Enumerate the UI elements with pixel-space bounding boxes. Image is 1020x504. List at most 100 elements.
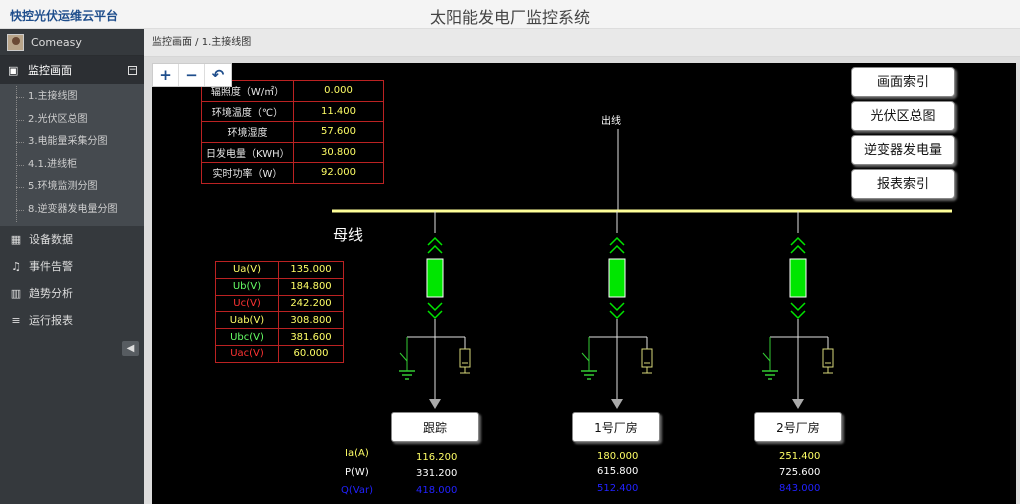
submenu-item-env-monitor[interactable]: 5.环境监测分图 [0, 176, 144, 199]
user-name: Comeasy [31, 35, 82, 49]
submenu-item-incoming-cabinet[interactable]: 4.1.进线柜 [0, 153, 144, 177]
voltage-value: 135.000 [278, 261, 344, 279]
zoom-in-button[interactable]: + [153, 64, 179, 86]
table-row: Uab(V) 308.800 [215, 311, 344, 330]
submenu: 1.主接线图 2.光伏区总图 3.电能量采集分图 4.1.进线柜 5.环境监测分… [0, 84, 144, 226]
voltage-value: 308.800 [278, 311, 344, 330]
feeder-3-arrow-icon [792, 399, 804, 409]
feeder-tracking-ia: 116.200 [416, 452, 458, 463]
env-label: 环境温度（℃） [201, 100, 294, 122]
feeder-plant-1-q: 512.400 [597, 483, 639, 494]
voltage-value: 184.800 [278, 277, 344, 296]
plus-icon: + [159, 66, 172, 84]
table-row: 日发电量（KWH） 30.800 [201, 141, 384, 163]
sidebar: Comeasy ▣ 监控画面 − 1.主接线图 2.光伏区总图 3.电能量采集分… [0, 29, 144, 504]
table-row: Uc(V) 242.200 [215, 294, 344, 313]
table-row: 实时功率（W） 92.000 [201, 162, 384, 184]
feeder-2-arrow-icon [611, 399, 623, 409]
feeder-3-lower-chevron-icon [790, 302, 806, 312]
diagram-canvas[interactable]: + − ↶ 辐照度（W/㎡） 0.000 环境温度（℃） 11.400 环境湿度 57… [152, 63, 1016, 504]
sidebar-item-label: 监控画面 [28, 64, 72, 77]
voltage-value: 242.200 [278, 294, 344, 313]
table-row: Ubc(V) 381.600 [215, 328, 344, 346]
feeder-2-upper-chevron-icon [609, 236, 625, 246]
bus-label: 母线 [333, 226, 364, 244]
zoom-out-button[interactable]: − [179, 64, 205, 86]
sidebar-item-label: 运行报表 [29, 314, 73, 328]
table-row: 环境温度（℃） 11.400 [201, 100, 384, 122]
submenu-item-pv-area[interactable]: 2.光伏区总图 [0, 108, 144, 132]
arrow-left-icon: ◀ [126, 343, 135, 354]
sidebar-item-label: 事件告警 [29, 260, 73, 274]
app-title: 太阳能发电厂监控系统 [429, 8, 590, 27]
sidebar-item-label: 趋势分析 [29, 287, 73, 301]
feeder-plant-2-q: 843.000 [779, 483, 821, 494]
feeder-plant-2-ia: 251.400 [779, 451, 821, 462]
env-label: 环境湿度 [201, 121, 294, 143]
sidebar-item-run-report[interactable]: ≡ 运行报表 [0, 307, 144, 334]
feeder-1-lower-chevron-icon [427, 302, 443, 312]
env-value: 11.400 [293, 100, 384, 122]
sidebar-item-event-alarm[interactable]: ♫ 事件告警 [0, 253, 144, 280]
bar-chart-icon: ▥ [10, 286, 22, 300]
feeder-3-lower-chevron-icon [790, 310, 806, 320]
feeder-2-pt-icon [641, 348, 653, 368]
env-value: 30.800 [293, 141, 384, 163]
voltage-table: Ua(V) 135.000 Ub(V) 184.800 Uc(V) 242.200 U… [215, 261, 344, 363]
feeder-1-upper-chevron-icon [427, 236, 443, 246]
feeder-plant-1-button[interactable]: 1号厂房 [572, 412, 660, 442]
submenu-item-inverter-energy[interactable]: 8.逆变器发电量分图 [0, 198, 144, 222]
feeder-3-pt-icon [822, 348, 834, 368]
env-label: 日发电量（KWH） [201, 141, 294, 163]
table-row: 环境湿度 57.600 [201, 121, 384, 143]
feeder-2-upper-chevron-icon [609, 244, 625, 254]
feeder-3-breaker [789, 258, 807, 298]
sidebar-item-label: 设备数据 [29, 233, 73, 247]
feeder-1-lower-chevron-icon [427, 310, 443, 320]
feeder-3-upper-chevron-icon [790, 244, 806, 254]
voltage-label: Uab(V) [215, 311, 279, 330]
feeder-3-upper-chevron-icon [790, 236, 806, 246]
report-index-button[interactable]: 报表索引 [851, 169, 955, 199]
env-label: 实时功率（W） [201, 162, 294, 184]
reset-view-button[interactable]: ↶ [205, 64, 231, 86]
bell-icon: ♫ [11, 259, 21, 273]
feeder-1-upper-chevron-icon [427, 244, 443, 254]
sidebar-item-monitor[interactable]: ▣ 监控画面 − [0, 56, 144, 84]
feeder-plant-1-ia: 180.000 [597, 451, 639, 462]
feeder-plant-2-p: 725.600 [779, 467, 821, 478]
voltage-label: Uac(V) [215, 344, 279, 363]
voltage-label: Uc(V) [215, 294, 279, 313]
table-row: Uac(V) 60.000 [215, 344, 344, 363]
feeder-plant-2-button[interactable]: 2号厂房 [754, 412, 842, 442]
sidebar-item-trend-analysis[interactable]: ▥ 趋势分析 [0, 280, 144, 307]
list-icon: ≡ [11, 313, 21, 327]
zoom-toolbar: + − ↶ [152, 63, 232, 87]
screen-index-button[interactable]: 画面索引 [851, 67, 955, 97]
q-label: Q(Var) [341, 485, 373, 496]
sidebar-item-device-data[interactable]: ▦ 设备数据 [0, 226, 144, 253]
feeder-1-ground-switch [399, 352, 408, 362]
pv-area-overview-button[interactable]: 光伏区总图 [851, 101, 955, 131]
undo-icon: ↶ [211, 66, 225, 84]
collapse-icon[interactable]: − [128, 65, 137, 75]
submenu-item-main-wiring[interactable]: 1.主接线图 [0, 86, 144, 109]
feeder-1-arrow-icon [429, 399, 441, 409]
inverter-energy-button[interactable]: 逆变器发电量 [851, 135, 955, 165]
p-label: P(W) [345, 467, 369, 478]
voltage-label: Ua(V) [215, 261, 279, 279]
feeder-2-ground-switch [581, 352, 590, 362]
feeder-tracking-button[interactable]: 跟踪 [391, 412, 479, 442]
submenu-item-energy-collection[interactable]: 3.电能量采集分图 [0, 131, 144, 154]
sidebar-collapse-button[interactable]: ◀ [122, 341, 139, 356]
voltage-label: Ub(V) [215, 277, 279, 296]
voltage-value: 381.600 [278, 328, 344, 346]
table-row: Ua(V) 135.000 [215, 261, 344, 279]
feeder-2-breaker [608, 258, 626, 298]
image-icon: ▣ [8, 63, 19, 77]
minus-icon: − [185, 66, 198, 84]
feeder-tracking-p: 331.200 [416, 468, 458, 479]
env-value: 0.000 [293, 80, 384, 102]
feeder-2-lower-chevron-icon [609, 310, 625, 320]
user-profile[interactable]: Comeasy [0, 29, 144, 56]
